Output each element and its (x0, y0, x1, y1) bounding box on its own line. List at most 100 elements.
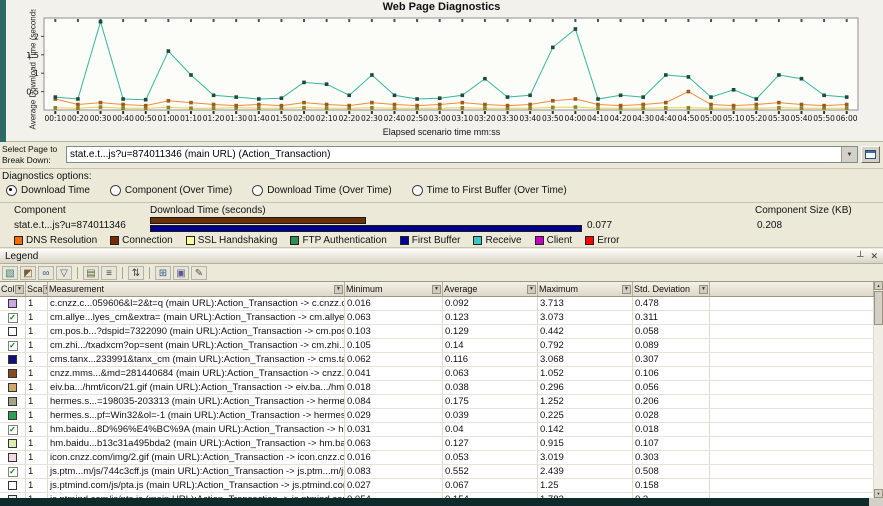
legend-row[interactable]: 1hermes.s...=198035-203313 (main URL):Ac… (0, 395, 874, 409)
x-tick-label: 02:10 (316, 114, 338, 123)
series-color-swatch[interactable] (8, 299, 17, 308)
close-icon[interactable]: ✕ (870, 251, 878, 262)
legend-row[interactable]: ✓1hm.baidu...8D%96%E4%BC%9A (main URL):A… (0, 423, 874, 437)
column-header-std-deviation[interactable]: Std. Deviation▼ (633, 282, 710, 296)
series-color-swatch[interactable] (8, 481, 17, 490)
std-deviation-cell: 0.106 (633, 367, 710, 380)
data-point-marker (551, 106, 555, 110)
component-time-bar[interactable] (150, 217, 750, 233)
legend-row[interactable]: 1cm.pos.b...?dspid=7322090 (main URL):Ac… (0, 325, 874, 339)
export-icon[interactable]: ▤ (83, 266, 99, 280)
phase-legend-item-connection: Connection (110, 235, 173, 246)
filter-icon[interactable]: ▽ (56, 266, 72, 280)
data-point-marker (483, 103, 487, 107)
component-size-column-header: Component Size (KB) (755, 205, 852, 216)
x-axis-title: Elapsed scenario time mm:ss (0, 127, 883, 137)
data-point-marker (845, 95, 849, 99)
pin-icon[interactable]: ┴ (857, 251, 863, 262)
table-header-row: Col▼Sca▼Measurement▼Minimum▼Average▼Maxi… (0, 282, 874, 297)
column-filter-dropdown-icon[interactable]: ▼ (527, 285, 536, 294)
column-header-measurement[interactable]: Measurement▼ (48, 282, 345, 296)
legend-row[interactable]: 1hm.baidu...b13c31a495bda2 (main URL):Ac… (0, 437, 874, 451)
phase-legend-label: SSL Handshaking (198, 235, 278, 246)
phase-legend-item-dns-resolution: DNS Resolution (14, 235, 97, 246)
configure-measurements-icon[interactable]: ▧ (2, 266, 18, 280)
column-header-col[interactable]: Col▼ (0, 282, 26, 296)
resize-corner[interactable] (869, 498, 883, 506)
series-color-swatch[interactable] (8, 411, 17, 420)
grid-view-icon[interactable]: ⊞ (155, 266, 171, 280)
data-point-marker (732, 88, 736, 92)
edit-icon[interactable]: ✎ (191, 266, 207, 280)
data-point-marker (212, 94, 216, 98)
data-point-marker (800, 103, 804, 107)
scale-cell: 1 (26, 325, 48, 338)
series-visible-checkbox[interactable]: ✓ (8, 341, 18, 351)
table-scrollbar[interactable]: ▲ ▼ (874, 281, 883, 498)
copy-icon[interactable]: ▣ (173, 266, 189, 280)
radio-component-over-time[interactable]: Component (Over Time) (110, 185, 232, 196)
legend-row[interactable]: 1icon.cnzz.com/img/2.gif (main URL):Acti… (0, 451, 874, 465)
series-color-swatch[interactable] (8, 397, 17, 406)
series-color-swatch[interactable] (8, 369, 17, 378)
legend-row[interactable]: 1c.cnzz.c...059606&l=2&t=q (main URL):Ac… (0, 297, 874, 311)
page-combobox[interactable]: stat.e.t...js?u=874011346 (main URL) (Ac… (66, 146, 858, 163)
breakdown-options-button[interactable] (861, 146, 880, 163)
maximum-cell: 3.713 (538, 297, 633, 310)
legend-row[interactable]: 1hermes.s...pf=Win32&ol=-1 (main URL):Ac… (0, 409, 874, 423)
column-filter-dropdown-icon[interactable]: ▼ (622, 285, 631, 294)
column-header-maximum[interactable]: Maximum▼ (538, 282, 633, 296)
column-header-sca[interactable]: Sca▼ (26, 282, 48, 296)
data-point-marker (845, 106, 849, 110)
std-deviation-cell: 0.089 (633, 339, 710, 352)
column-header-minimum[interactable]: Minimum▼ (345, 282, 443, 296)
chevron-down-icon[interactable]: ▼ (841, 147, 857, 162)
radio-circle-icon (110, 185, 121, 196)
minimum-cell: 0.016 (345, 451, 443, 464)
legend-row[interactable]: 1js.ptmind.com/js/pta.js (main URL):Acti… (0, 479, 874, 493)
radio-download-time[interactable]: Download Time (6, 185, 90, 196)
radio-time-to-first-buffer-over-time[interactable]: Time to First Buffer (Over Time) (412, 185, 567, 196)
scroll-up-icon[interactable]: ▲ (874, 281, 883, 290)
series-visible-checkbox[interactable]: ✓ (8, 425, 18, 435)
data-point-marker (664, 106, 668, 110)
column-header-label: Col (1, 284, 15, 294)
series-visible-checkbox[interactable]: ✓ (8, 467, 18, 477)
legend-row[interactable]: ✓1cm.zhi.../txadxcm?op=sent (main URL):A… (0, 339, 874, 353)
series-color-swatch[interactable] (8, 355, 17, 364)
row-filler (710, 381, 874, 394)
std-deviation-cell: 0.508 (633, 465, 710, 478)
series-color-swatch[interactable] (8, 327, 17, 336)
scrollbar-thumb[interactable] (874, 291, 883, 325)
series-color-swatch[interactable] (8, 439, 17, 448)
legend-row[interactable]: 1cnzz.mms...&md=281440684 (main URL):Act… (0, 367, 874, 381)
line-chart[interactable]: 0.511.5200:1000:2000:3000:4000:5001:0001… (0, 14, 883, 126)
data-point-marker (393, 94, 397, 98)
sort-icon[interactable]: ⇅ (128, 266, 144, 280)
legend-row[interactable]: ✓1cm.allye...lyes_cm&extra= (main URL):A… (0, 311, 874, 325)
color-cell (0, 395, 26, 408)
raw-data-icon[interactable]: ≡ (101, 266, 117, 280)
radio-label: Time to First Buffer (Over Time) (427, 185, 567, 196)
data-point-marker (438, 96, 442, 100)
legend-row[interactable]: ✓1js.ptm...m/js/744c3cff.js (main URL):A… (0, 465, 874, 479)
column-filter-dropdown-icon[interactable]: ▼ (334, 285, 343, 294)
column-header-average[interactable]: Average▼ (443, 282, 538, 296)
radio-download-time-over-time[interactable]: Download Time (Over Time) (252, 185, 391, 196)
scroll-down-icon[interactable]: ▼ (874, 489, 883, 498)
column-filter-dropdown-icon[interactable]: ▼ (15, 285, 24, 294)
legend-row[interactable]: 1eiv.ba.../hmt/icon/21.gif (main URL):Ac… (0, 381, 874, 395)
series-visible-checkbox[interactable]: ✓ (8, 313, 18, 323)
column-filter-dropdown-icon[interactable]: ▼ (699, 285, 708, 294)
measurement-cell: hm.baidu...b13c31a495bda2 (main URL):Act… (48, 437, 345, 450)
component-name[interactable]: stat.e.t...js?u=874011346 (14, 220, 126, 231)
series-color-swatch[interactable] (8, 453, 17, 462)
column-filter-dropdown-icon[interactable]: ▼ (432, 285, 441, 294)
color-palette-icon[interactable]: ◩ (20, 266, 36, 280)
series-color-swatch[interactable] (8, 383, 17, 392)
minimum-cell: 0.083 (345, 465, 443, 478)
diagnostics-options-section: Diagnostics options: Download TimeCompon… (0, 168, 883, 202)
data-point-marker (687, 106, 691, 110)
legend-row[interactable]: 1cms.tanx...233991&tanx_cm (main URL):Ac… (0, 353, 874, 367)
measurement-description-icon[interactable]: ∞ (38, 266, 54, 280)
